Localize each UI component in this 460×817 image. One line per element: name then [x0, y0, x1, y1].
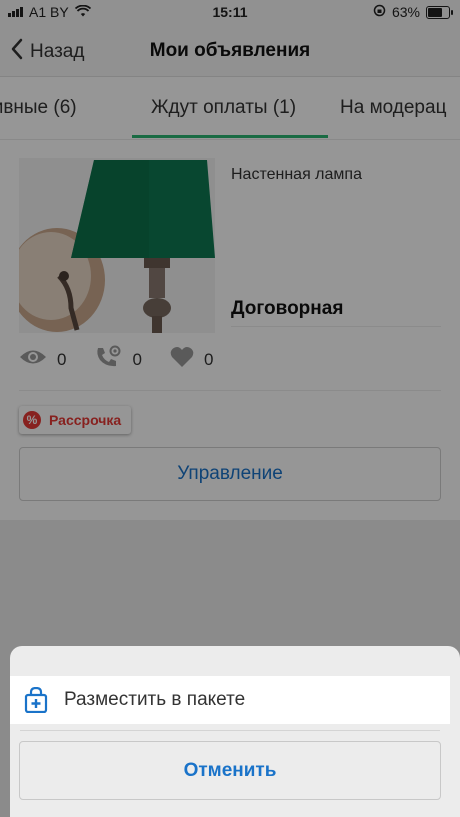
package-plus-icon: [24, 687, 48, 713]
cancel-button[interactable]: Отменить: [19, 741, 441, 800]
divider: [20, 730, 440, 731]
place-in-package-label: Разместить в пакете: [64, 689, 246, 710]
action-sheet: Разместить в пакете Отменить: [10, 646, 460, 817]
place-in-package-option[interactable]: Разместить в пакете: [10, 676, 450, 724]
